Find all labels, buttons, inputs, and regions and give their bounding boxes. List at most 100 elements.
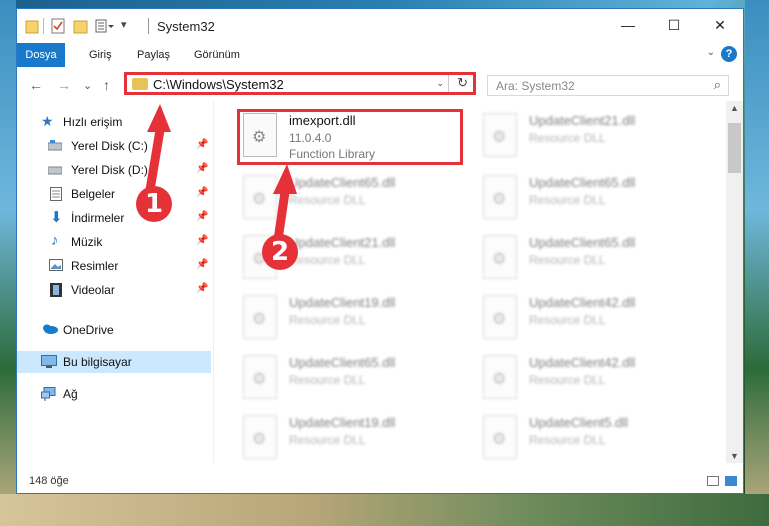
tab-home[interactable]: Giriş xyxy=(79,43,122,67)
file-item[interactable]: ⚙ UpdateClient19.dll Resource DLL xyxy=(237,291,463,347)
tab-view[interactable]: Görünüm xyxy=(184,43,250,67)
pin-icon[interactable]: 📌 xyxy=(196,259,208,270)
file-item[interactable]: ⚙ UpdateClient42.dll Resource DLL xyxy=(477,291,703,347)
file-name: UpdateClient19.dll xyxy=(289,415,396,430)
gear-icon: ⚙ xyxy=(492,191,507,208)
minimize-button[interactable]: — xyxy=(605,9,651,41)
star-icon: ★ xyxy=(41,113,54,129)
file-item[interactable]: ⚙ UpdateClient65.dll Resource DLL xyxy=(237,351,463,407)
address-path: C:\Windows\System32 xyxy=(153,77,284,92)
file-name: UpdateClient65.dll xyxy=(529,175,636,190)
file-type: Resource DLL xyxy=(289,253,366,267)
large-icons-view-icon[interactable] xyxy=(725,476,737,486)
pin-icon[interactable]: 📌 xyxy=(196,163,208,174)
tab-share[interactable]: Paylaş xyxy=(127,43,180,67)
forward-button[interactable]: → xyxy=(57,77,71,93)
file-name: UpdateClient21.dll xyxy=(529,113,636,128)
address-field[interactable]: C:\Windows\System32 ⌄ ↻ xyxy=(124,72,476,95)
ribbon-tabs: Dosya Giriş Paylaş Görünüm ⌄ ? xyxy=(17,43,743,68)
pin-icon[interactable]: 📌 xyxy=(196,139,208,150)
gear-icon: ⚙ xyxy=(252,191,267,208)
scrollbar-thumb[interactable] xyxy=(728,123,741,173)
tab-file[interactable]: Dosya xyxy=(17,43,65,67)
maximize-button[interactable]: ☐ xyxy=(651,9,697,41)
sidebar-item-label: Yerel Disk (C:) xyxy=(71,139,148,153)
recent-locations-button[interactable]: ⌄ xyxy=(83,79,92,92)
sidebar-item-label: Ağ xyxy=(63,387,78,401)
file-type: Resource DLL xyxy=(529,193,606,207)
downloads-icon: ⬇ xyxy=(50,209,63,226)
dll-file-icon: ⚙ xyxy=(483,415,517,459)
details-view-icon[interactable] xyxy=(707,476,719,486)
file-version: 11.0.4.0 xyxy=(289,131,332,145)
refresh-icon[interactable]: ↻ xyxy=(457,75,468,91)
sidebar-item-label: Hızlı erişim xyxy=(63,115,123,129)
file-type: Resource DLL xyxy=(529,313,606,327)
customize-icon[interactable] xyxy=(95,18,117,34)
gear-icon: ⚙ xyxy=(252,129,267,146)
pin-icon[interactable]: 📌 xyxy=(196,187,208,198)
properties-icon[interactable] xyxy=(51,18,65,34)
computer-icon xyxy=(41,355,57,369)
file-item[interactable]: ⚙ UpdateClient5.dll Resource DLL xyxy=(477,411,703,463)
file-name: UpdateClient5.dll xyxy=(529,415,629,430)
gear-icon: ⚙ xyxy=(252,431,267,448)
pin-icon[interactable]: 📌 xyxy=(196,211,208,222)
sidebar-item-label: Videolar xyxy=(71,283,115,297)
file-item[interactable]: ⚙ UpdateClient21.dll Resource DLL xyxy=(477,109,703,165)
dll-file-icon: ⚙ xyxy=(483,235,517,279)
dll-file-icon: ⚙ xyxy=(483,175,517,219)
sidebar-item-network[interactable]: Ağ xyxy=(17,383,211,405)
folder-icon xyxy=(132,78,148,90)
sidebar-item-music[interactable]: ♪ Müzik 📌 xyxy=(17,231,211,253)
sidebar-item-label: OneDrive xyxy=(63,323,114,337)
file-name: UpdateClient65.dll xyxy=(289,175,396,190)
sidebar-item-label: Belgeler xyxy=(71,187,116,201)
up-button[interactable]: ↑ xyxy=(103,77,110,93)
file-type: Resource DLL xyxy=(529,373,606,387)
sidebar-item-pictures[interactable]: Resimler 📌 xyxy=(17,255,211,277)
music-icon: ♪ xyxy=(51,232,59,249)
help-icon[interactable]: ? xyxy=(721,46,737,62)
sidebar-item-local-disk-d[interactable]: Yerel Disk (D:) 📌 xyxy=(17,159,211,181)
gear-icon: ⚙ xyxy=(492,311,507,328)
network-icon xyxy=(41,387,56,401)
file-item[interactable]: ⚙ UpdateClient65.dll Resource DLL xyxy=(237,171,463,227)
file-item[interactable]: ⚙ UpdateClient65.dll Resource DLL xyxy=(477,231,703,287)
scroll-down-icon[interactable]: ▼ xyxy=(730,451,739,461)
sidebar-item-downloads[interactable]: ⬇ İndirmeler 📌 xyxy=(17,207,211,229)
file-type: Resource DLL xyxy=(289,433,366,447)
pin-icon[interactable]: 📌 xyxy=(196,235,208,246)
vertical-scrollbar[interactable]: ▲ ▼ xyxy=(726,101,743,463)
sidebar-item-this-pc[interactable]: Bu bilgisayar xyxy=(17,351,211,373)
address-dropdown-icon[interactable]: ⌄ xyxy=(436,78,444,89)
search-icon[interactable]: ⌕ xyxy=(714,77,721,93)
sidebar-item-local-disk-c[interactable]: Yerel Disk (C:) 📌 xyxy=(17,135,211,157)
sidebar-item-onedrive[interactable]: OneDrive xyxy=(17,319,211,341)
sidebar-item-videos[interactable]: Videolar 📌 xyxy=(17,279,211,301)
scroll-up-icon[interactable]: ▲ xyxy=(730,103,739,113)
close-button[interactable]: ✕ xyxy=(697,9,743,41)
new-folder-icon[interactable] xyxy=(73,18,89,34)
item-count: 148 öğe xyxy=(29,475,69,487)
folder-icon[interactable] xyxy=(25,18,39,34)
gear-icon: ⚙ xyxy=(252,371,267,388)
file-type: Resource DLL xyxy=(529,433,606,447)
back-button[interactable]: ← xyxy=(29,77,43,93)
gear-icon: ⚙ xyxy=(252,311,267,328)
status-bar: 148 öğe xyxy=(17,471,743,493)
sidebar-item-quick-access[interactable]: ★ Hızlı erişim xyxy=(17,111,211,133)
step-1-badge: 1 xyxy=(136,186,172,222)
file-item[interactable]: ⚙ UpdateClient19.dll Resource DLL xyxy=(237,411,463,463)
sidebar-item-label: Resimler xyxy=(71,259,119,273)
onedrive-icon xyxy=(41,323,58,337)
quick-access-dropdown-icon[interactable]: ▾ xyxy=(121,18,127,34)
file-item[interactable]: ⚙ UpdateClient65.dll Resource DLL xyxy=(477,171,703,227)
sidebar-item-documents[interactable]: Belgeler 📌 xyxy=(17,183,211,205)
search-input[interactable]: Ara: System32 ⌕ xyxy=(487,75,729,96)
file-item[interactable]: ⚙ UpdateClient42.dll Resource DLL xyxy=(477,351,703,407)
pin-icon[interactable]: 📌 xyxy=(196,283,208,294)
expand-ribbon-icon[interactable]: ⌄ xyxy=(707,47,715,58)
file-name: UpdateClient65.dll xyxy=(289,355,396,370)
file-item-imexport[interactable]: ⚙ imexport.dll 11.0.4.0 Function Library xyxy=(237,109,463,165)
